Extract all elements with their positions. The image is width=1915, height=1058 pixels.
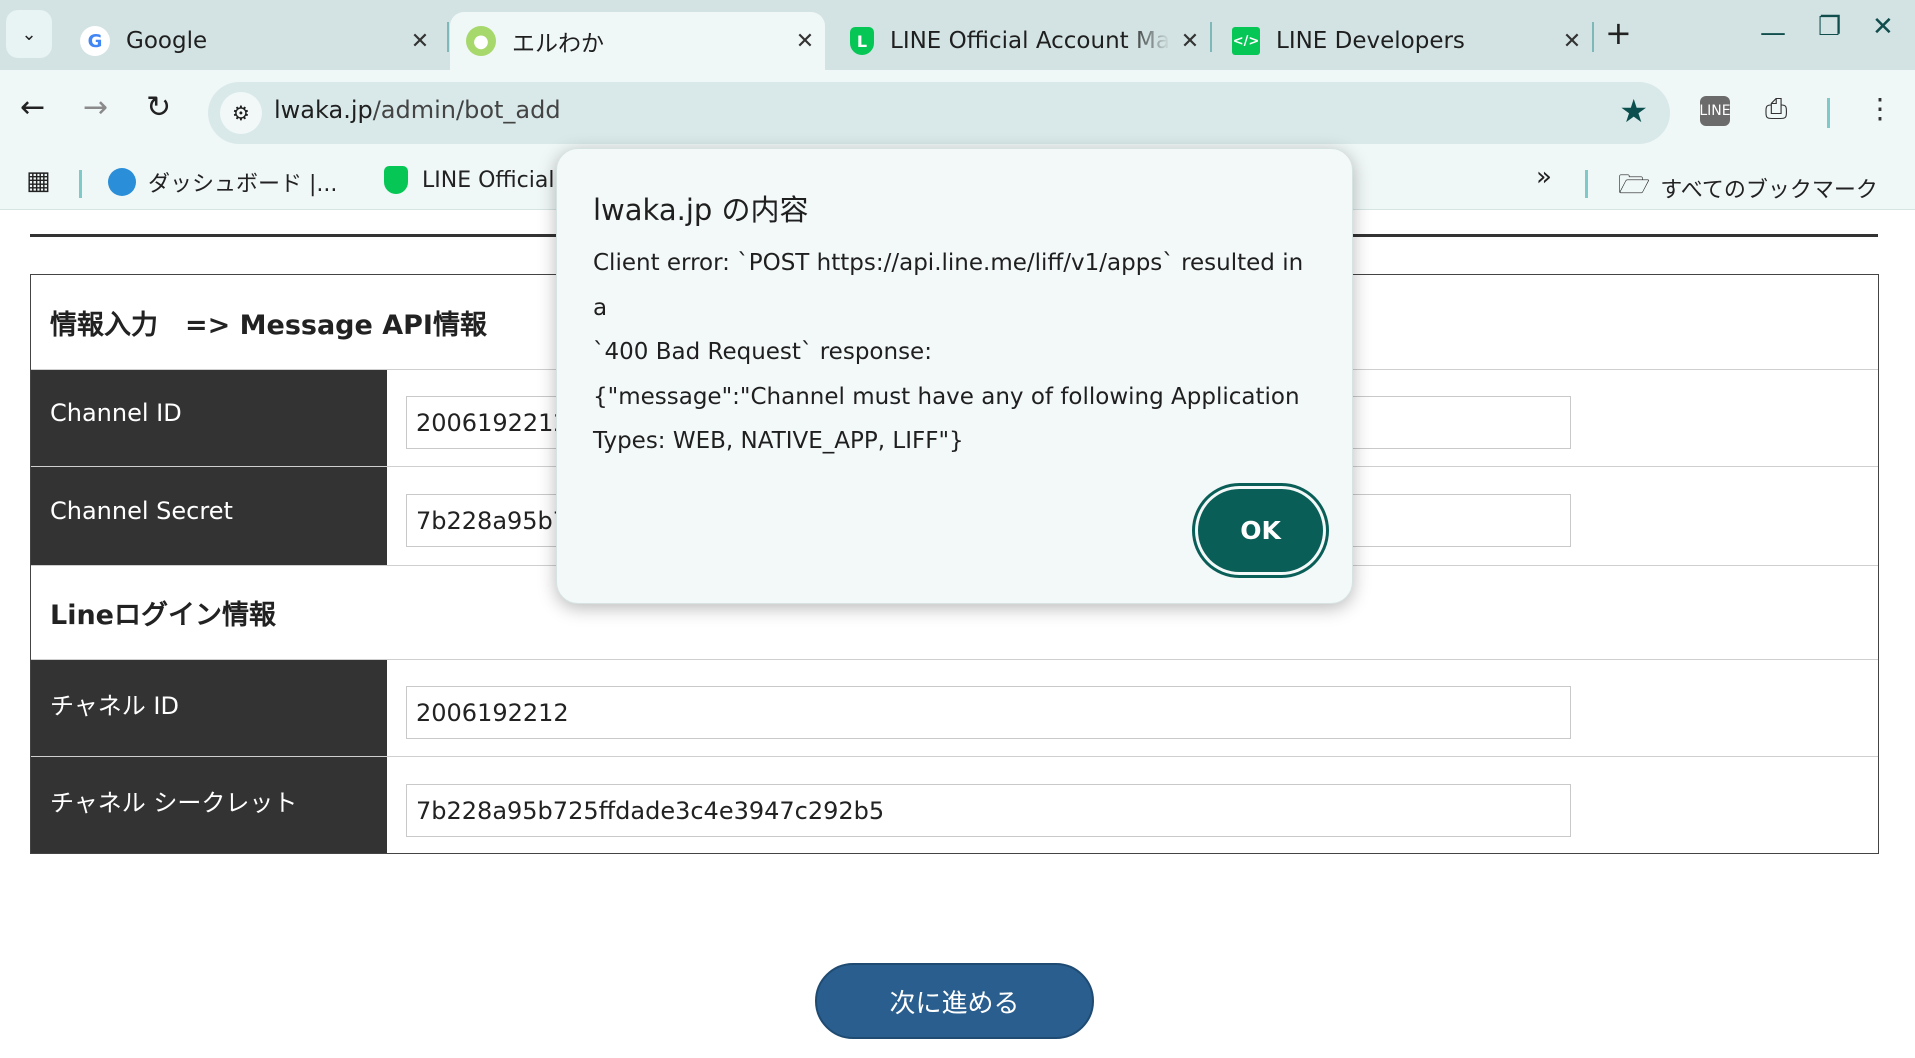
bookmark-dashboard[interactable]: ダッシュボード |... [108,166,337,198]
close-icon[interactable]: ✕ [400,29,440,54]
tab-search-button[interactable]: ⌄ [6,10,52,58]
address-bar[interactable]: ⚙ lwaka.jp/admin/bot_add ★ [208,82,1670,144]
close-icon[interactable]: ✕ [1170,29,1210,54]
elwaka-favicon: ● [466,26,496,56]
tab-google[interactable]: G Google ✕ [60,12,440,70]
back-icon[interactable]: ← [20,90,45,125]
tab-title: Google [126,28,208,54]
tab-line-developers[interactable]: </> LINE Developers ✕ [1212,12,1592,70]
bookmark-star-icon[interactable]: ★ [1619,92,1648,130]
close-window-icon[interactable]: ✕ [1872,12,1894,42]
tab-separator [1592,22,1594,52]
bookmark-label: LINE Official [422,167,555,193]
toolbar-separator [1827,98,1830,128]
forward-icon[interactable]: → [83,90,108,125]
apps-grid-icon[interactable]: ▦ [26,166,51,196]
form-row-login-channel-secret: チャネル シークレット 7b228a95b725ffdade3c4e3947c2… [31,757,1878,853]
browser-toolbar: ← → ↻ ⚙ lwaka.jp/admin/bot_add ★ LINE ⎙ … [0,70,1915,154]
field-label: Channel Secret [31,467,387,565]
tab-strip: ⌄ G Google ✕ ● エルわか ✕ L LINE Official Ac… [0,0,1915,70]
new-tab-icon[interactable]: + [1605,14,1632,52]
bookmark-line-official[interactable]: LINE Official [384,166,554,194]
line-extension-icon[interactable]: LINE [1699,96,1731,126]
next-button[interactable]: 次に進める [815,963,1094,1039]
close-icon[interactable]: ✕ [785,29,825,54]
line-developers-favicon: </> [1232,27,1260,55]
folder-icon: 🗁 [1618,170,1651,200]
login-channel-id-input[interactable]: 2006192212 [406,686,1571,739]
site-settings-icon[interactable]: ⚙ [220,92,262,134]
dialog-title: lwaka.jp の内容 [593,193,809,227]
tab-line-official[interactable]: L LINE Official Account Ma ✕ [830,12,1210,70]
field-label: Channel ID [31,370,387,466]
dashboard-favicon [108,168,136,196]
url-text[interactable]: lwaka.jp/admin/bot_add [274,96,561,124]
all-bookmarks-button[interactable]: 🗁 すべてのブックマーク [1618,166,1878,210]
google-favicon: G [80,26,110,56]
reload-icon[interactable]: ↻ [146,90,171,125]
minimize-icon[interactable]: — [1760,18,1786,48]
line-shield-favicon: L [850,27,874,55]
dialog-message: Client error: `POST https://api.line.me/… [593,250,1304,454]
tab-title: LINE Developers [1276,28,1465,54]
ok-button[interactable]: OK [1198,489,1323,572]
tab-elwaka[interactable]: ● エルわか ✕ [450,12,825,70]
tab-title: LINE Official Account Ma [890,28,1170,54]
field-label: チャネル シークレット [31,757,387,853]
alert-dialog: lwaka.jp の内容 Client error: `POST https:/… [556,148,1353,604]
more-menu-icon[interactable]: ⋮ [1866,92,1894,125]
form-row-login-channel-id: チャネル ID 2006192212 [31,660,1878,757]
bookmark-separator [79,170,82,198]
field-label: チャネル ID [31,660,387,756]
restore-icon[interactable]: ❐ [1818,12,1841,42]
more-bookmarks-icon[interactable]: » [1536,162,1552,192]
chevron-down-icon: ⌄ [21,23,37,45]
login-channel-secret-input[interactable]: 7b228a95b725ffdade3c4e3947c292b5 [406,784,1571,837]
line-shield-favicon [384,166,408,194]
bookmark-separator [1585,170,1588,198]
all-bookmarks-label: すべてのブックマーク [1660,178,1878,203]
tab-separator [447,22,449,52]
extensions-puzzle-icon[interactable]: ⎙ [1765,92,1787,126]
tab-title: エルわか [512,31,604,57]
bookmark-label: ダッシュボード |... [148,172,338,197]
close-icon[interactable]: ✕ [1552,29,1592,54]
